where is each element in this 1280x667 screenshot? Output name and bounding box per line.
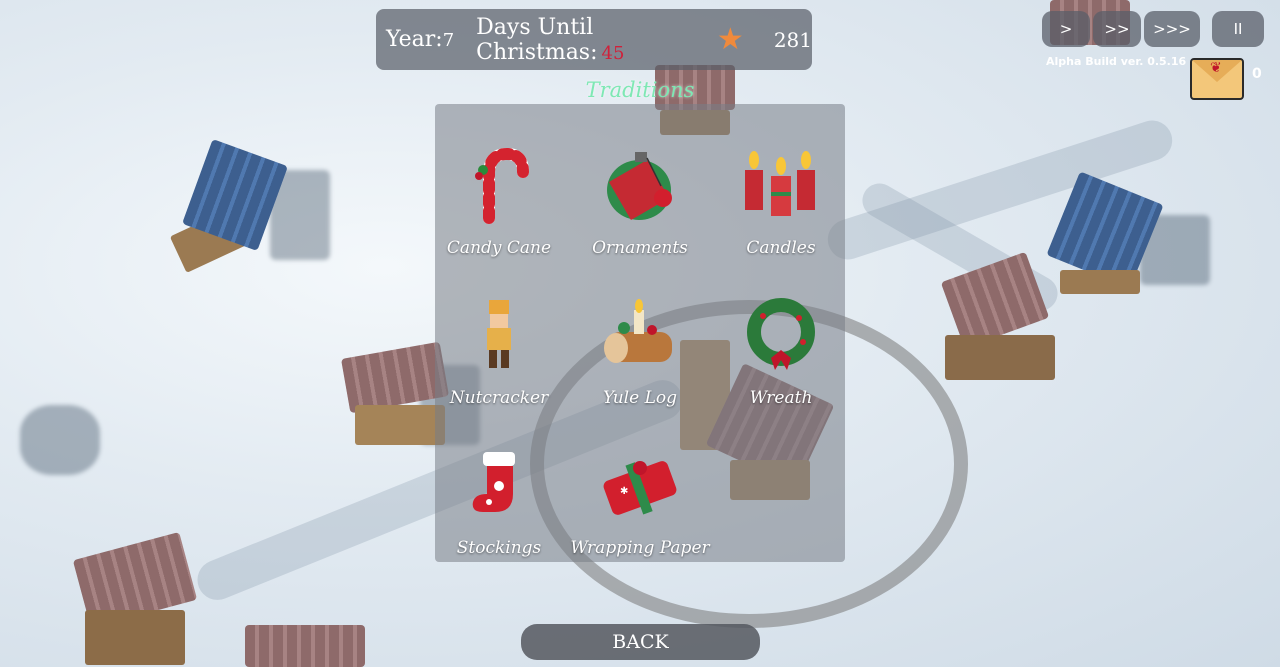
- build-version: Alpha Build ver. 0.5.16: [1046, 55, 1187, 68]
- village-house[interactable]: [930, 251, 1070, 395]
- envelope-icon[interactable]: ❦: [1190, 58, 1244, 100]
- speed-fastest-button[interactable]: >>>: [1144, 11, 1200, 47]
- svg-text:✱: ✱: [620, 486, 628, 497]
- tradition-wrapping-paper[interactable]: ✱ Wrapping Paper: [570, 428, 710, 568]
- mail-count: 0: [1252, 66, 1262, 82]
- year-label: Year:: [386, 27, 443, 52]
- tradition-label: Stockings: [456, 538, 542, 558]
- tradition-label: Candy Cane: [446, 238, 552, 258]
- holly-icon: ❦: [1210, 60, 1222, 76]
- tradition-ornaments[interactable]: Ornaments: [570, 128, 710, 268]
- tradition-nutcracker[interactable]: Nutcracker: [429, 278, 569, 418]
- speed-fast-button[interactable]: >>: [1093, 11, 1141, 47]
- tradition-candles[interactable]: Candles: [711, 128, 851, 268]
- tree-shadow: [20, 405, 100, 475]
- back-button[interactable]: BACK: [521, 624, 760, 660]
- village-house[interactable]: [70, 531, 210, 667]
- tradition-yule-log[interactable]: Yule Log: [570, 278, 710, 418]
- speed-play-button[interactable]: >: [1042, 11, 1090, 47]
- tradition-stockings[interactable]: Stockings: [429, 428, 569, 568]
- ornament-icon: [607, 152, 672, 221]
- star-icon: ★: [716, 21, 744, 57]
- panel-title: Traditions: [585, 78, 695, 102]
- stocking-icon: [472, 452, 515, 512]
- status-bar: Year:7 Days Until Christmas: 45 ★ 281: [376, 9, 812, 70]
- village-house[interactable]: [240, 605, 370, 667]
- days-until-christmas: Days Until Christmas: 45: [476, 15, 677, 65]
- tradition-label: Candles: [746, 238, 816, 258]
- candles-icon: [745, 151, 815, 216]
- days-label: Days Until Christmas:: [476, 14, 598, 65]
- tradition-label: Ornaments: [592, 238, 688, 258]
- village-house[interactable]: [169, 139, 330, 280]
- tradition-label: Wrapping Paper: [570, 538, 710, 558]
- tradition-candy-cane[interactable]: Candy Cane: [429, 128, 569, 268]
- star-count: 281: [773, 27, 812, 52]
- tradition-wreath[interactable]: Wreath: [711, 278, 851, 418]
- tradition-label: Yule Log: [602, 388, 677, 408]
- nutcracker-icon: [487, 300, 511, 368]
- tradition-label: Wreath: [749, 388, 813, 408]
- pause-button[interactable]: II: [1212, 11, 1264, 47]
- yule-log-icon: [604, 299, 672, 363]
- year-display: Year:7: [386, 27, 454, 52]
- year-value: 7: [442, 30, 455, 51]
- wrapping-paper-icon: ✱: [603, 461, 677, 515]
- wreath-icon: [747, 298, 815, 370]
- days-value: 45: [601, 42, 625, 64]
- tradition-label: Nutcracker: [449, 388, 549, 408]
- candy-cane-icon: [475, 147, 529, 224]
